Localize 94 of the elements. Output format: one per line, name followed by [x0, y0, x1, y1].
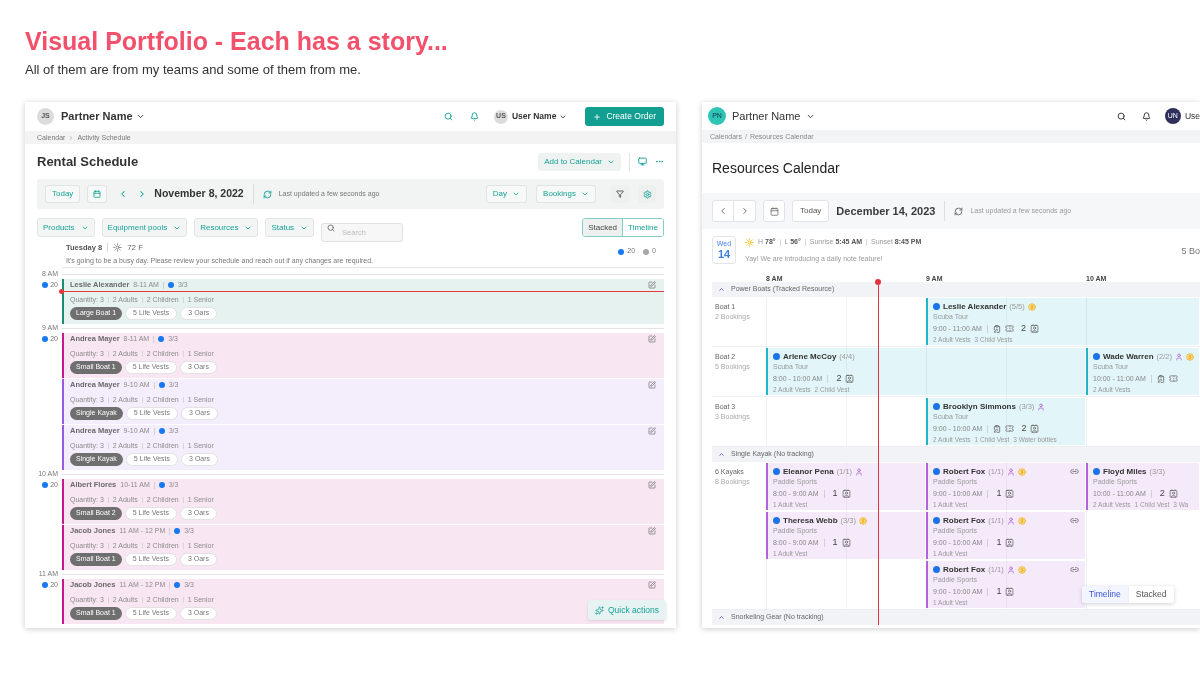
- more-icon[interactable]: [655, 157, 664, 166]
- portfolio-subtitle: All of them are from my teams and some of them from me.: [25, 62, 361, 78]
- partner-menu[interactable]: Partner Name: [732, 107, 816, 125]
- page-title: Resources Calendar: [712, 158, 840, 178]
- contact-card-icon: [841, 538, 851, 547]
- ticket-icon: [1005, 424, 1015, 433]
- sparkle-icon: [594, 605, 604, 615]
- calendar-button[interactable]: [763, 200, 785, 222]
- filter-dropdown[interactable]: Status: [265, 218, 315, 237]
- contact-card-icon: [841, 489, 851, 498]
- page-title: Rental Schedule: [37, 152, 139, 171]
- current-date: December 14, 2023: [836, 203, 936, 219]
- contact-card-icon: [1168, 489, 1178, 498]
- search-icon[interactable]: [1116, 111, 1126, 121]
- next-button[interactable]: [734, 200, 756, 222]
- calendar-button[interactable]: [87, 185, 108, 203]
- guest-count: 1: [996, 537, 1002, 548]
- customer-name: Wade Warren: [1103, 351, 1154, 362]
- view-toggle-tab[interactable]: Timeline: [1082, 586, 1128, 603]
- customer-name: Floyd Miles: [1103, 466, 1147, 477]
- contact-card-icon: [1030, 424, 1040, 433]
- chevron-down-icon: [512, 190, 521, 198]
- customer-name: Eleanor Pena: [783, 466, 834, 477]
- calendar-icon: [769, 206, 779, 216]
- edit-icon[interactable]: [648, 527, 656, 535]
- guest-count: 2: [1159, 488, 1165, 499]
- customer-name: Theresa Webb: [783, 515, 838, 526]
- contact-card-icon: [1005, 489, 1015, 498]
- filter-dropdown[interactable]: Products: [37, 218, 95, 237]
- contact-card-icon: [1029, 324, 1039, 333]
- previous-button[interactable]: [712, 200, 734, 222]
- link-icon[interactable]: [1070, 516, 1079, 525]
- bookings-summary: 5 Bo: [1181, 245, 1200, 259]
- edit-icon[interactable]: [648, 481, 656, 489]
- filter-icon: [616, 190, 624, 198]
- guest-count: 1: [996, 586, 1002, 597]
- customer-name: Leslie Alexander: [943, 301, 1007, 312]
- add-to-calendar-button[interactable]: Add to Calendar: [538, 152, 621, 171]
- settings-button[interactable]: [638, 185, 656, 203]
- plus-icon: [593, 112, 602, 121]
- chevron-left-icon: [718, 206, 728, 216]
- settings-icon: [642, 189, 652, 199]
- view-toggle-tab[interactable]: Stacked: [1127, 586, 1174, 603]
- contact-card-icon: [1005, 587, 1015, 596]
- customer-name: Robert Fox: [943, 466, 986, 477]
- current-date: November 8, 2022: [154, 186, 244, 202]
- customer-name: Brooklyn Simmons: [943, 401, 1016, 412]
- calendar-icon: [93, 190, 102, 198]
- link-icon[interactable]: [1070, 565, 1079, 574]
- refresh-icon[interactable]: [262, 189, 272, 199]
- customer-name: Robert Fox: [943, 515, 986, 526]
- mode-dropdown[interactable]: Bookings: [536, 185, 596, 203]
- filter-dropdown[interactable]: Equipment pools: [101, 218, 188, 237]
- edit-icon[interactable]: [648, 427, 656, 435]
- filter-dropdown[interactable]: Resources: [194, 218, 259, 237]
- chevron-down-icon: [581, 190, 589, 198]
- guest-count: 2: [1021, 423, 1027, 434]
- search-icon: [327, 223, 336, 232]
- sun-icon: [745, 237, 754, 247]
- chevron-right-icon: [68, 134, 75, 141]
- contact-card-icon: [1005, 538, 1015, 547]
- link-icon[interactable]: [1070, 467, 1079, 476]
- day-number: 14: [717, 248, 731, 260]
- monitor-icon[interactable]: [638, 157, 647, 166]
- partner-menu[interactable]: Partner Name: [61, 108, 145, 125]
- guest-count: 2: [836, 373, 842, 384]
- today-button[interactable]: Today: [45, 185, 81, 203]
- guest-count: 1: [832, 537, 838, 548]
- today-button[interactable]: Today: [792, 200, 830, 222]
- chevron-down-icon: [135, 112, 145, 121]
- edit-icon[interactable]: [648, 381, 656, 389]
- temperature: 72 F: [127, 241, 144, 254]
- ticket-icon: [1004, 324, 1014, 333]
- view-toggle-tab[interactable]: Stacked: [583, 219, 623, 236]
- create-order-button[interactable]: Create Order: [585, 107, 664, 126]
- guest-count: 2: [1020, 323, 1026, 334]
- portfolio-title: Visual Portfolio - Each has a story...: [25, 26, 448, 56]
- user-menu[interactable]: User Name: [511, 110, 568, 123]
- sun-icon: [113, 243, 123, 252]
- guest-count: 1: [996, 488, 1002, 499]
- edit-icon[interactable]: [648, 581, 656, 589]
- refresh-icon[interactable]: [954, 206, 964, 216]
- contact-card-icon: [845, 374, 855, 383]
- ticket-icon: [1168, 374, 1178, 383]
- user-name[interactable]: Use: [1184, 109, 1200, 123]
- filter-button[interactable]: [611, 185, 629, 203]
- guest-count: 1: [832, 488, 838, 499]
- view-toggle-tab[interactable]: Timeline: [622, 219, 663, 236]
- notification-bell-icon[interactable]: [1141, 111, 1151, 121]
- customer-name: Robert Fox: [943, 564, 986, 575]
- view-dropdown[interactable]: Day: [485, 185, 528, 203]
- edit-icon[interactable]: [648, 281, 656, 289]
- edit-icon[interactable]: [648, 335, 656, 343]
- customer-name: Arlene McCoy: [783, 351, 837, 362]
